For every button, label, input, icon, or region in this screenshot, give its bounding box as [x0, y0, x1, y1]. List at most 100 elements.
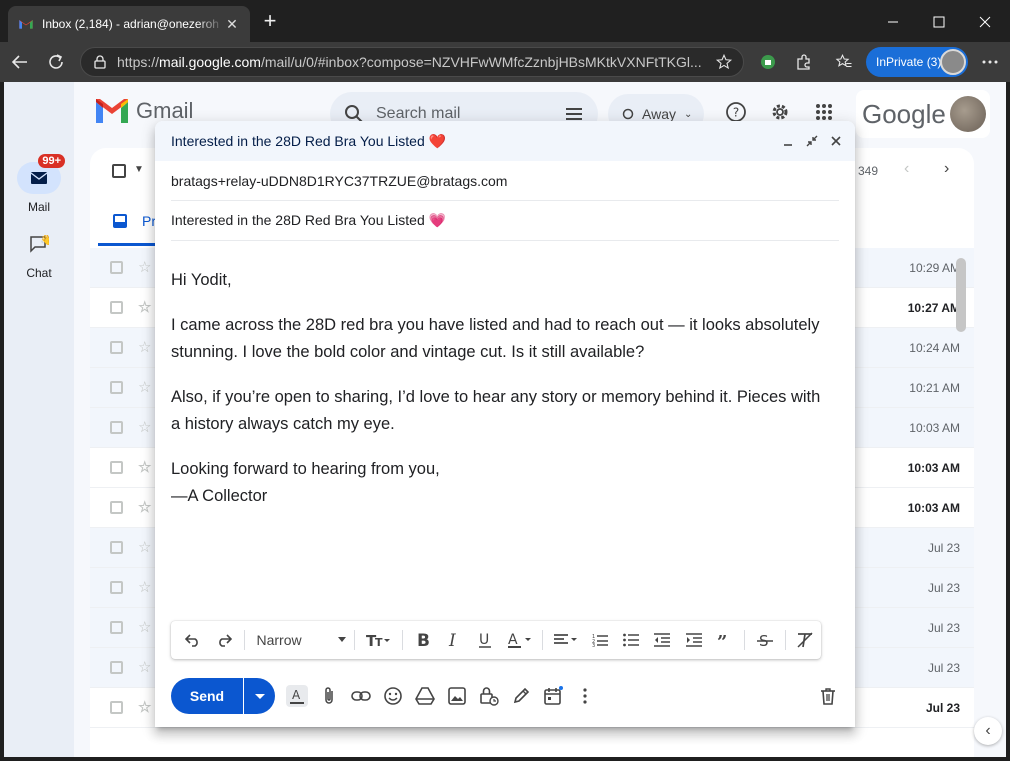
- row-checkbox[interactable]: [110, 341, 123, 354]
- favorite-star-icon[interactable]: [715, 53, 733, 74]
- svg-text:”: ”: [717, 634, 727, 646]
- gmail-m-icon: [96, 99, 128, 123]
- scrollbar[interactable]: [956, 258, 966, 332]
- star-icon[interactable]: ☆: [138, 458, 151, 476]
- favorites-icon[interactable]: [830, 48, 858, 76]
- row-checkbox[interactable]: [110, 661, 123, 674]
- more-options-icon[interactable]: [571, 682, 599, 710]
- new-tab-icon[interactable]: +: [258, 10, 282, 34]
- schedule-calendar-icon[interactable]: [539, 682, 567, 710]
- rail-item-chat[interactable]: 👋 Chat: [10, 228, 68, 280]
- discard-draft-trash-icon[interactable]: [814, 682, 842, 710]
- rail-item-mail[interactable]: 99+ Mail: [10, 154, 68, 214]
- remove-formatting-icon[interactable]: [790, 625, 821, 655]
- subject-field[interactable]: Interested in the 28D Red Bra You Listed…: [171, 201, 839, 241]
- row-checkbox[interactable]: [110, 301, 123, 314]
- send-button[interactable]: Send: [171, 678, 243, 714]
- browser-tab[interactable]: Inbox (2,184) - adrian@onezeroh ✕: [8, 6, 250, 42]
- inprivate-button[interactable]: InPrivate (3): [866, 47, 968, 77]
- tab-close-icon[interactable]: ✕: [224, 16, 240, 33]
- row-checkbox[interactable]: [110, 621, 123, 634]
- attach-file-icon[interactable]: [315, 682, 343, 710]
- italic-icon[interactable]: I: [439, 625, 470, 655]
- align-icon[interactable]: [547, 625, 584, 655]
- close-icon[interactable]: [829, 131, 843, 151]
- star-icon[interactable]: ☆: [138, 418, 151, 436]
- row-checkbox[interactable]: [110, 501, 123, 514]
- body-greeting: Hi Yodit,: [171, 271, 232, 289]
- select-all-checkbox[interactable]: [112, 164, 126, 178]
- insert-link-icon[interactable]: [347, 682, 375, 710]
- emoji-icon[interactable]: [379, 682, 407, 710]
- google-drive-icon[interactable]: [411, 682, 439, 710]
- row-checkbox[interactable]: [110, 421, 123, 434]
- row-checkbox[interactable]: [110, 461, 123, 474]
- strikethrough-icon[interactable]: S: [749, 625, 780, 655]
- rail-label-chat: Chat: [26, 266, 52, 280]
- minimize-icon[interactable]: [781, 131, 795, 151]
- indent-more-icon[interactable]: [678, 625, 709, 655]
- row-time: 10:03 AM: [907, 461, 960, 475]
- star-icon[interactable]: ☆: [138, 698, 151, 716]
- compose-actions: Send A: [171, 678, 847, 714]
- prev-page-icon[interactable]: ‹: [904, 160, 909, 178]
- undo-icon[interactable]: [177, 625, 208, 655]
- reload-icon[interactable]: [42, 48, 70, 76]
- extension-shield-icon[interactable]: [754, 48, 782, 76]
- message-body[interactable]: Hi Yodit, I came across the 28D red bra …: [171, 267, 831, 510]
- confidential-mode-icon[interactable]: [475, 682, 503, 710]
- star-icon[interactable]: ☆: [138, 498, 151, 516]
- address-bar[interactable]: https://mail.google.com/mail/u/0/#inbox?…: [80, 47, 744, 77]
- star-icon[interactable]: ☆: [138, 338, 151, 356]
- schedule-send-button[interactable]: [244, 678, 275, 714]
- back-arrow-icon[interactable]: [6, 48, 34, 76]
- more-menu-icon[interactable]: [976, 48, 1004, 76]
- bulleted-list-icon[interactable]: [615, 625, 646, 655]
- quote-icon[interactable]: ”: [709, 625, 740, 655]
- close-window-icon[interactable]: [962, 8, 1008, 36]
- redo-icon[interactable]: [208, 625, 239, 655]
- signature-pen-icon[interactable]: [507, 682, 535, 710]
- star-icon[interactable]: ☆: [138, 538, 151, 556]
- row-checkbox[interactable]: [110, 541, 123, 554]
- svg-text:I: I: [448, 632, 456, 648]
- numbered-list-icon[interactable]: 123: [584, 625, 615, 655]
- row-checkbox[interactable]: [110, 381, 123, 394]
- google-account-button[interactable]: Google: [856, 90, 990, 138]
- left-rail: 99+ Mail 👋 Chat: [4, 82, 74, 757]
- underline-icon[interactable]: U: [470, 625, 501, 655]
- select-dropdown-icon[interactable]: ▼: [134, 164, 144, 175]
- bold-icon[interactable]: B: [407, 625, 438, 655]
- insert-photo-icon[interactable]: [443, 682, 471, 710]
- star-icon[interactable]: ☆: [138, 258, 151, 276]
- chat-icon: 👋: [17, 228, 61, 260]
- row-checkbox[interactable]: [110, 701, 123, 714]
- text-color-icon[interactable]: A: [501, 625, 538, 655]
- row-checkbox[interactable]: [110, 261, 123, 274]
- inbox-icon: [113, 213, 127, 228]
- font-size-icon[interactable]: TT: [359, 625, 398, 655]
- next-page-icon[interactable]: ›: [944, 160, 949, 178]
- font-family-select[interactable]: Narrow: [248, 625, 350, 655]
- exit-fullscreen-icon[interactable]: [805, 131, 819, 151]
- compose-header[interactable]: Interested in the 28D Red Bra You Listed…: [155, 121, 855, 161]
- extensions-puzzle-icon[interactable]: [790, 48, 818, 76]
- row-checkbox[interactable]: [110, 581, 123, 594]
- star-icon[interactable]: ☆: [138, 578, 151, 596]
- font-family-value: Narrow: [256, 632, 302, 648]
- star-icon[interactable]: ☆: [138, 658, 151, 676]
- star-icon[interactable]: ☆: [138, 618, 151, 636]
- star-icon[interactable]: ☆: [138, 378, 151, 396]
- formatting-options-icon[interactable]: A: [283, 682, 311, 710]
- maximize-window-icon[interactable]: [916, 8, 962, 36]
- minimize-window-icon[interactable]: [870, 8, 916, 36]
- star-icon[interactable]: ☆: [138, 298, 151, 316]
- to-field[interactable]: bratags+relay-uDDN8D1RYC37TRZUE@bratags.…: [171, 161, 839, 201]
- indent-less-icon[interactable]: [647, 625, 678, 655]
- svg-text:A: A: [292, 688, 301, 702]
- lock-icon: [94, 55, 106, 69]
- profile-avatar: [940, 49, 966, 75]
- side-panel-toggle-icon[interactable]: ‹: [974, 717, 1002, 745]
- body-closing: Looking forward to hearing from you,: [171, 460, 440, 478]
- body-paragraph-2: Also, if you’re open to sharing, I’d lov…: [171, 388, 821, 433]
